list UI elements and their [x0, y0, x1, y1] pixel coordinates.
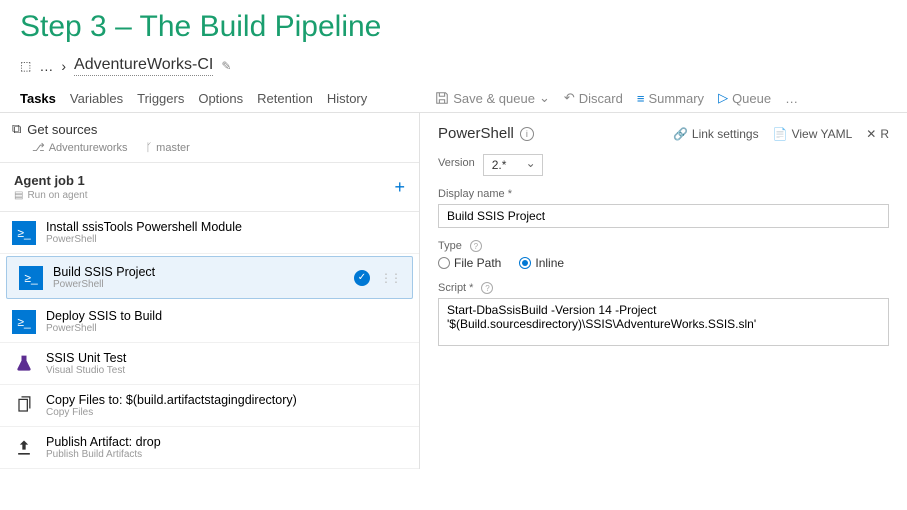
view-yaml-button[interactable]: 📄View YAML	[773, 127, 853, 141]
tab-tasks[interactable]: Tasks	[20, 91, 56, 106]
display-name-input[interactable]	[438, 204, 889, 228]
more-button[interactable]: …	[785, 91, 798, 106]
chain-icon: ⧉	[12, 121, 21, 137]
flask-icon	[12, 352, 36, 376]
task-title: Install ssisTools Powershell Module	[46, 220, 407, 234]
task-list: ≥_ Install ssisTools Powershell Module P…	[0, 212, 419, 469]
powershell-icon: ≥_	[12, 310, 36, 334]
yaml-icon: 📄	[773, 127, 788, 141]
sources-label: Get sources	[27, 122, 97, 137]
save-queue-button[interactable]: Save & queue ⌄	[435, 90, 550, 106]
add-task-button[interactable]: +	[394, 177, 405, 198]
close-icon: ✕	[866, 127, 876, 141]
powershell-icon: ≥_	[12, 221, 36, 245]
play-icon: ▷	[718, 90, 728, 106]
task-subtitle: Copy Files	[46, 407, 407, 418]
task-row[interactable]: ≥_ Build SSIS Project PowerShell ✓ ⋮⋮	[6, 256, 413, 299]
task-title: Deploy SSIS to Build	[46, 309, 407, 323]
task-title: SSIS Unit Test	[46, 351, 407, 365]
tab-options[interactable]: Options	[198, 91, 243, 106]
save-icon	[435, 91, 449, 105]
script-label: Script * ?	[438, 282, 889, 294]
link-icon: 🔗	[673, 127, 688, 141]
sources-repo: ⎇Adventureworks	[32, 141, 128, 154]
branch-icon: ᚴ	[146, 142, 153, 154]
tab-history[interactable]: History	[327, 91, 367, 106]
script-input[interactable]	[438, 298, 889, 346]
sources-branch: ᚴmaster	[146, 141, 190, 154]
radio-icon	[438, 257, 450, 269]
remove-button[interactable]: ✕R	[866, 127, 889, 141]
info-icon[interactable]: i	[520, 127, 534, 141]
breadcrumb-ellipsis[interactable]: …	[39, 58, 53, 74]
get-sources-row[interactable]: ⧉ Get sources ⎇Adventureworks ᚴmaster	[0, 113, 419, 163]
type-filepath-radio[interactable]: File Path	[438, 256, 501, 270]
task-row[interactable]: ≥_ Deploy SSIS to Build PowerShell	[0, 301, 419, 343]
display-name-label: Display name *	[438, 188, 889, 200]
agent-job-subtitle: ▤Run on agent	[14, 190, 88, 201]
server-icon: ▤	[14, 190, 23, 201]
agent-job-title: Agent job 1	[14, 173, 88, 188]
type-inline-radio[interactable]: Inline	[519, 256, 564, 270]
panel-title: PowerShell i	[438, 125, 534, 142]
task-subtitle: PowerShell	[46, 323, 407, 334]
version-label: Version	[438, 157, 475, 169]
drag-handle-icon[interactable]: ⋮⋮	[380, 271, 400, 285]
tab-bar: Tasks Variables Triggers Options Retenti…	[0, 84, 907, 113]
task-title: Build SSIS Project	[53, 265, 344, 279]
left-panel: ⧉ Get sources ⎇Adventureworks ᚴmaster Ag…	[0, 113, 420, 469]
breadcrumb-sep: ›	[61, 58, 66, 74]
help-icon[interactable]: ?	[481, 282, 493, 294]
type-label: Type ?	[438, 240, 889, 252]
right-panel: PowerShell i 🔗Link settings 📄View YAML ✕…	[420, 113, 907, 469]
link-settings-button[interactable]: 🔗Link settings	[673, 127, 759, 141]
task-subtitle: PowerShell	[46, 234, 407, 245]
tab-variables[interactable]: Variables	[70, 91, 123, 106]
task-subtitle: Publish Build Artifacts	[46, 449, 407, 460]
radio-icon	[519, 257, 531, 269]
check-icon: ✓	[354, 270, 370, 286]
edit-icon[interactable]: ✎	[221, 59, 231, 73]
chevron-down-icon: ⌄	[539, 90, 550, 106]
help-icon[interactable]: ?	[470, 240, 482, 252]
tab-triggers[interactable]: Triggers	[137, 91, 184, 106]
task-subtitle: Visual Studio Test	[46, 365, 407, 376]
undo-icon: ↶	[564, 90, 575, 106]
discard-button[interactable]: ↶ Discard	[564, 90, 623, 106]
tab-retention[interactable]: Retention	[257, 91, 313, 106]
powershell-icon: ≥_	[19, 266, 43, 290]
task-row[interactable]: SSIS Unit Test Visual Studio Test	[0, 343, 419, 385]
upload-icon	[12, 436, 36, 460]
list-icon: ≡	[637, 91, 645, 106]
task-subtitle: PowerShell	[53, 279, 344, 290]
copy-icon	[12, 394, 36, 418]
version-select[interactable]: 2.*	[483, 154, 543, 176]
repo-icon: ⎇	[32, 141, 45, 154]
task-row[interactable]: ≥_ Install ssisTools Powershell Module P…	[0, 212, 419, 254]
task-row[interactable]: Copy Files to: $(build.artifactstagingdi…	[0, 385, 419, 427]
slide-title: Step 3 – The Build Pipeline	[0, 0, 907, 56]
agent-job-row[interactable]: Agent job 1 ▤Run on agent +	[0, 163, 419, 212]
pipeline-icon: ⬚	[20, 59, 31, 73]
pipeline-name[interactable]: AdventureWorks-CI	[74, 56, 213, 76]
queue-button[interactable]: ▷ Queue	[718, 90, 771, 106]
summary-button[interactable]: ≡ Summary	[637, 91, 704, 106]
task-title: Copy Files to: $(build.artifactstagingdi…	[46, 393, 407, 407]
breadcrumb: ⬚ … › AdventureWorks-CI ✎	[0, 56, 907, 84]
task-title: Publish Artifact: drop	[46, 435, 407, 449]
task-row[interactable]: Publish Artifact: drop Publish Build Art…	[0, 427, 419, 469]
